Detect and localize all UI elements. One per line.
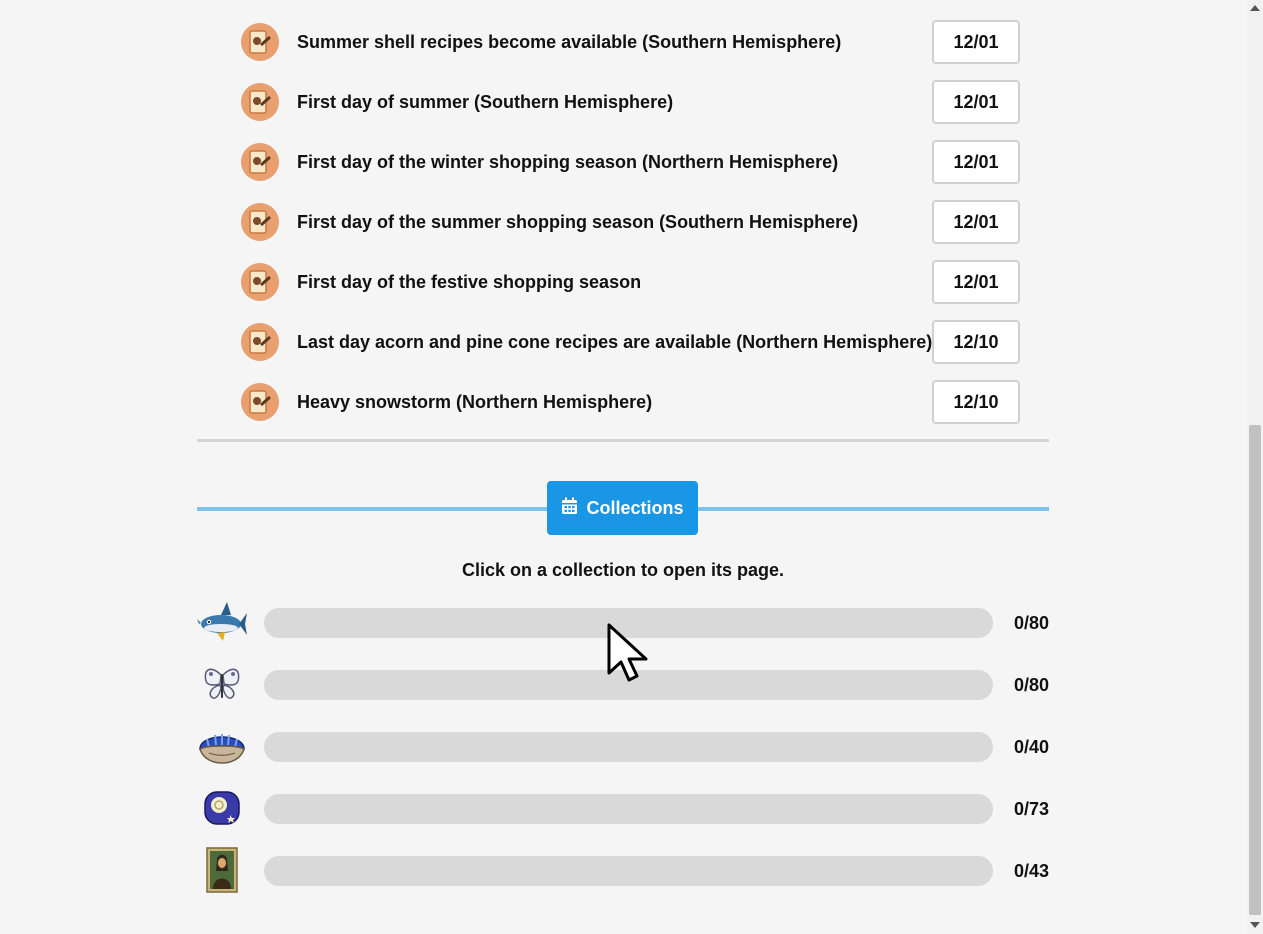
collection-progress-bar: [264, 732, 993, 762]
event-date: 12/10: [932, 380, 1020, 424]
divider: [197, 439, 1049, 442]
calendar-icon: [561, 497, 578, 520]
collections-button-label: Collections: [586, 497, 684, 518]
fossil-icon: [197, 785, 247, 833]
event-label: Heavy snowstorm (Northern Hemisphere): [297, 392, 653, 412]
mouse-cursor-icon: [607, 623, 648, 682]
collections-button[interactable]: Collections: [547, 481, 698, 535]
collection-progress-bar: [264, 794, 993, 824]
diy-recipe-icon: [241, 323, 279, 361]
event-date: 12/10: [932, 320, 1020, 364]
butterfly-icon: [197, 661, 247, 709]
event-row: Summer shell recipes become available (S…: [197, 20, 1049, 64]
diy-recipe-icon: [241, 203, 279, 241]
collection-row-art[interactable]: 0/43: [197, 847, 1049, 895]
diy-recipe-icon: [241, 83, 279, 121]
collection-count: 0/80: [1013, 675, 1049, 695]
scroll-down-arrow-icon[interactable]: [1250, 922, 1260, 928]
diy-recipe-icon: [241, 23, 279, 61]
diy-recipe-icon: [241, 263, 279, 301]
collection-count: 0/73: [1013, 799, 1049, 819]
event-row: Last day acorn and pine cone recipes are…: [197, 320, 1049, 364]
clam-icon: [197, 723, 247, 771]
event-label: First day of the festive shopping season: [297, 272, 642, 292]
collection-progress-bar: [264, 856, 993, 886]
event-row: First day of summer (Southern Hemisphere…: [197, 80, 1049, 124]
scroll-up-arrow-icon[interactable]: [1250, 5, 1260, 11]
vertical-scrollbar[interactable]: [1247, 0, 1263, 934]
event-date: 12/01: [932, 260, 1020, 304]
diy-recipe-icon: [241, 383, 279, 421]
event-date: 12/01: [932, 80, 1020, 124]
collection-count: 0/43: [1013, 861, 1049, 881]
event-date: 12/01: [932, 140, 1020, 184]
diy-recipe-icon: [241, 143, 279, 181]
event-row: First day of the winter shopping season …: [197, 140, 1049, 184]
event-date: 12/01: [932, 20, 1020, 64]
collections-hint: Click on a collection to open its page.: [461, 560, 785, 580]
event-row: First day of the summer shopping season …: [197, 200, 1049, 244]
event-label: Summer shell recipes become available (S…: [297, 32, 842, 52]
collection-count: 0/80: [1013, 613, 1049, 633]
event-row: First day of the festive shopping season…: [197, 260, 1049, 304]
event-label: First day of the winter shopping season …: [297, 152, 839, 172]
collection-count: 0/40: [1013, 737, 1049, 757]
event-label: First day of summer (Southern Hemisphere…: [297, 92, 674, 112]
event-row: Heavy snowstorm (Northern Hemisphere) 12…: [197, 380, 1049, 424]
collection-row-fossils[interactable]: 0/73: [197, 785, 1049, 833]
scrollbar-thumb[interactable]: [1249, 425, 1261, 915]
fish-icon: [197, 599, 247, 647]
event-label: First day of the summer shopping season …: [297, 212, 859, 232]
painting-icon: [197, 847, 247, 895]
event-label: Last day acorn and pine cone recipes are…: [297, 332, 933, 352]
event-date: 12/01: [932, 200, 1020, 244]
collection-row-sea-creatures[interactable]: 0/40: [197, 723, 1049, 771]
